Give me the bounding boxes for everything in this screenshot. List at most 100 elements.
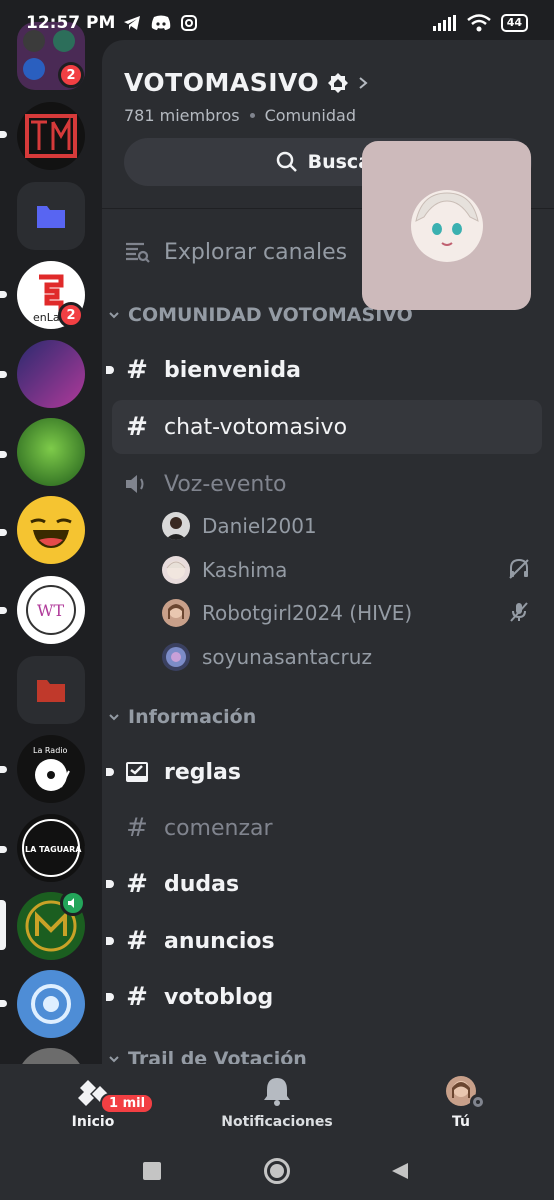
unread-indicator [106,366,114,374]
voice-user-name: Daniel2001 [202,514,317,538]
speaker-icon [126,475,144,493]
hash-icon: # [126,355,148,385]
unread-indicator [106,880,114,888]
wifi-icon [466,14,491,32]
deafened-icon [509,558,529,579]
signal-icon [432,15,456,31]
unread-indicator [106,937,114,945]
channel-comenzar[interactable]: # comenzar [112,802,542,854]
folder-icon [37,206,65,228]
category-trail[interactable]: Trail de Votación [108,1048,307,1064]
call-pip[interactable] [362,141,531,310]
pip-avatar [410,189,483,262]
voice-channel-voz-evento[interactable]: Voz-evento [112,458,542,510]
server-la-taguara[interactable]: LA TAGUARA BAR [17,814,85,882]
hash-icon: # [126,982,148,1012]
hash-icon: # [126,869,148,899]
rules-icon [126,762,148,782]
channel-dudas[interactable]: # dudas [106,858,542,910]
voice-user[interactable]: Robotgirl2024 (HIVE) [162,593,542,633]
status-bar: 12:57 PM 44 [0,0,554,46]
avatar [162,643,190,671]
unread-indicator [106,768,114,776]
tab-label: Notificaciones [221,1114,333,1130]
unread-indicator [0,371,7,378]
separator-dot [249,113,255,118]
voice-user-name: Kashima [202,558,288,582]
home-button[interactable] [264,1158,290,1184]
unread-indicator [0,846,7,853]
channel-bienvenida[interactable]: # bienvenida [106,344,542,396]
channel-reglas[interactable]: reglas [106,746,542,798]
offline-status-icon [470,1094,486,1110]
battery-indicator: 44 [500,14,528,32]
unread-indicator [0,131,7,138]
server-green[interactable] [17,418,85,486]
folder-icon [37,680,65,702]
category-informacion[interactable]: Información [108,706,256,728]
server-oriented-hive[interactable] [17,340,85,408]
server-folder-red[interactable] [17,656,85,724]
voice-active-badge [60,890,86,916]
server-la-radio[interactable]: La Radio [17,735,85,803]
voice-user[interactable]: soyunasantacruz [162,637,542,677]
tab-notificaciones[interactable]: Notificaciones [202,1076,352,1130]
channel-chat-votomasivo[interactable]: # chat-votomasivo [112,400,542,454]
notification-count-badge: 1 mil [100,1093,155,1114]
unread-indicator [0,529,7,536]
tab-label: Tú [452,1114,470,1130]
unread-indicator [0,1000,7,1007]
category-comunidad[interactable]: COMUNIDAD VOTOMASIVO [108,304,413,326]
unread-badge: 2 [58,302,84,328]
hash-icon: # [126,926,148,956]
server-laugh[interactable] [17,496,85,564]
channel-label: dudas [164,871,240,897]
voice-user-name: Robotgirl2024 (HIVE) [202,601,413,625]
server-partial[interactable] [17,1048,85,1064]
search-icon [276,151,297,172]
laugh-face-icon [30,518,72,548]
tab-tu[interactable]: Tú [386,1076,536,1130]
server-rail: 2 enLa 2 WT La Radio LA TAGUARA BAR [0,0,100,1064]
server-name: VOTOMASIVO [124,68,320,97]
server-type: Comunidad [264,106,356,125]
channel-label: reglas [164,759,241,785]
speaker-icon [68,898,74,908]
channel-votoblog[interactable]: # votoblog [106,971,542,1023]
tab-label: Inicio [71,1114,115,1130]
recents-button[interactable] [143,1162,161,1180]
chevron-down-icon [109,1056,119,1063]
server-hive[interactable] [17,970,85,1038]
server-folder-blue[interactable] [17,182,85,250]
channel-label: anuncios [164,928,275,954]
avatar [162,512,190,540]
channel-label: Voz-evento [164,471,287,497]
channel-label: bienvenida [164,357,301,383]
channel-label: comenzar [164,815,273,841]
unread-indicator [0,607,7,614]
unread-indicator [0,451,7,458]
chevron-right-icon [359,76,368,89]
instagram-icon [181,15,198,31]
svg-text:La Radio: La Radio [33,746,67,755]
server-header[interactable]: VOTOMASIVO [124,68,369,97]
muted-mic-icon [510,602,528,622]
community-badge-icon [328,72,349,93]
browse-channels-icon [126,242,150,263]
svg-text:LA TAGUARA BAR: LA TAGUARA BAR [25,845,85,854]
back-button[interactable] [390,1161,410,1181]
member-count: 781 miembros [124,106,240,125]
bottom-nav: Inicio 1 mil Notificaciones Tú [0,1064,554,1200]
channel-anuncios[interactable]: # anuncios [106,915,542,967]
channel-label: votoblog [164,984,274,1010]
server-tmh[interactable] [17,102,85,170]
browse-channels-label: Explorar canales [164,239,348,265]
hash-icon: # [126,412,148,442]
voice-user[interactable]: Daniel2001 [162,506,542,546]
hash-icon: # [126,813,148,843]
chevron-down-icon [109,312,119,319]
avatar [162,599,190,627]
unread-indicator [0,766,7,773]
voice-user[interactable]: Kashima [162,550,542,590]
server-wt[interactable]: WT [17,576,85,644]
